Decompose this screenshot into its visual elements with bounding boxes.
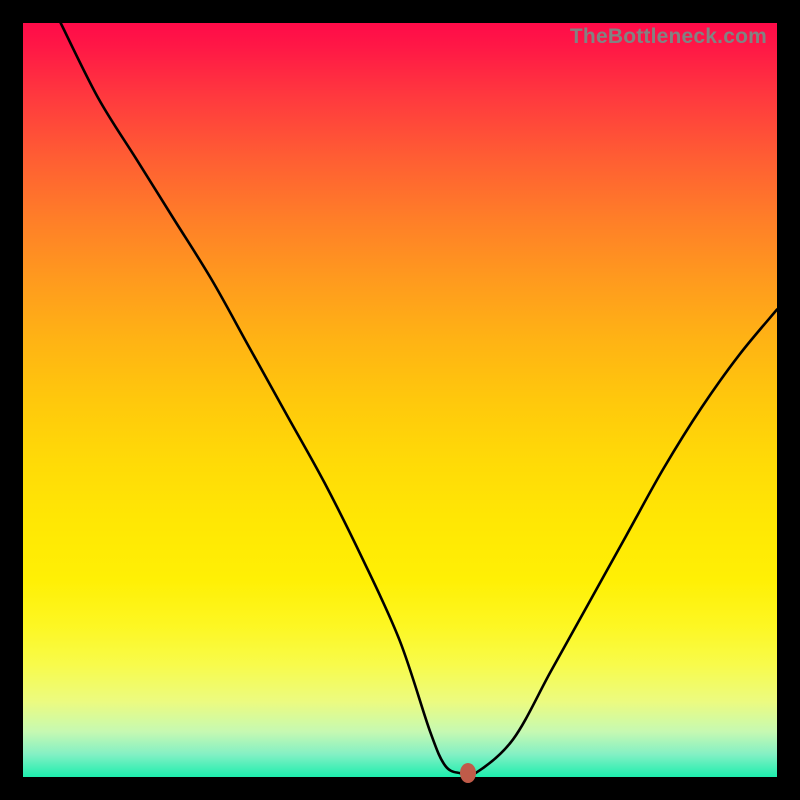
optimal-point-marker (460, 763, 476, 783)
bottleneck-curve (23, 23, 777, 777)
plot-area: TheBottleneck.com (23, 23, 777, 777)
